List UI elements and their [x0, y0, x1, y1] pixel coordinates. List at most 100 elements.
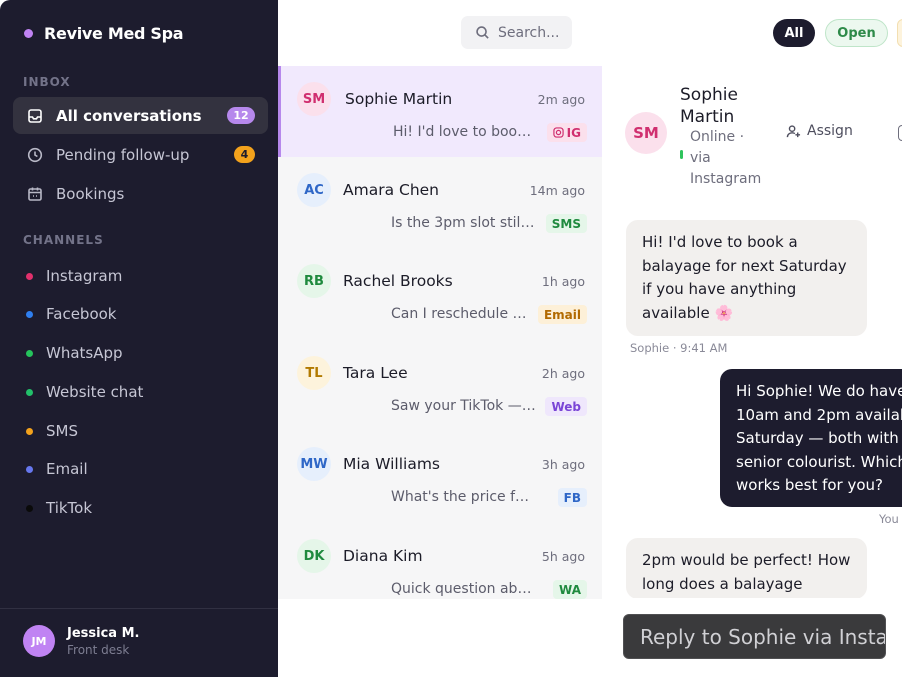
avatar: MW	[297, 447, 331, 481]
avatar: RB	[297, 264, 331, 298]
conversation-item[interactable]: TL Tara Lee 2h ago Saw your TikTok — lov…	[278, 340, 602, 431]
sidebar-item-pending-follow-up[interactable]: Pending follow-up 4	[13, 136, 268, 173]
channel-tag: Email	[537, 305, 587, 324]
timestamp: 14m ago	[529, 183, 585, 198]
channel-dot	[26, 272, 33, 280]
avatar: SM	[297, 82, 331, 116]
channel-tag: FB	[557, 488, 587, 507]
pending-count-badge: 4	[234, 146, 255, 163]
conversation-item[interactable]: DK Diana Kim 5h ago Quick question about…	[278, 523, 602, 614]
brand-name: Revive Med Spa	[44, 24, 184, 43]
inbox-section-label: INBOX	[23, 75, 71, 89]
outgoing-line: Hi Sophie! We do have a	[736, 382, 902, 400]
message-preview: Saw your TikTok — love the results	[391, 398, 537, 414]
outgoing-message: Hi Sophie! We do have a 10am and 2pm ava…	[720, 369, 902, 507]
channel-dot	[26, 504, 33, 512]
contact-name: Tara Lee	[343, 364, 408, 382]
channel-tiktok[interactable]: TikTok	[13, 493, 268, 523]
contact-name: Rachel Brooks	[343, 272, 453, 290]
search-placeholder: Search...	[498, 24, 560, 41]
sidebar-item-label: Bookings	[56, 184, 125, 203]
instagram-icon	[552, 127, 564, 138]
channel-tag-label: IG	[566, 125, 581, 140]
message-meta: Sophie · 9:41 AM	[630, 341, 728, 355]
sidebar-item-bookings[interactable]: Bookings	[13, 175, 268, 212]
message-preview: What's the price for a facial?	[391, 489, 537, 505]
channel-dot	[26, 349, 33, 357]
channel-facebook[interactable]: Facebook	[13, 299, 268, 329]
channel-whatsapp[interactable]: WhatsApp	[13, 338, 268, 368]
brand: Revive Med Spa	[24, 24, 184, 43]
conversation-item[interactable]: AC Amara Chen 14m ago Is the 3pm slot st…	[278, 157, 602, 248]
channel-label: Facebook	[46, 305, 117, 323]
timestamp: 5h ago	[541, 549, 585, 564]
incoming-message: Hi! I'd love to book a balayage for next…	[626, 220, 867, 336]
message-preview: Is the 3pm slot still available?	[391, 215, 537, 231]
more-options-icon[interactable]	[898, 125, 902, 141]
incoming-message: 2pm would be perfect! How long does a ba…	[626, 538, 867, 599]
avatar: DK	[297, 539, 331, 573]
brand-dot	[24, 29, 33, 38]
calendar-icon	[27, 186, 43, 202]
chat-contact-status: Online · via Instagram	[690, 129, 762, 187]
avatar: SM	[625, 112, 667, 154]
channel-label: TikTok	[46, 499, 93, 517]
assign-user-icon	[786, 124, 801, 137]
channel-dot	[26, 427, 33, 435]
assign-button[interactable]: Assign	[786, 123, 853, 139]
channel-tag: IG	[546, 123, 587, 142]
search-icon	[476, 26, 489, 39]
assign-label: Assign	[807, 123, 853, 139]
channel-instagram[interactable]: Instagram	[13, 261, 268, 291]
channel-tag: Web	[545, 397, 587, 416]
channel-label: Website chat	[46, 383, 144, 401]
conversation-list: SM Sophie Martin 2m ago Hi! I'd love to …	[278, 66, 602, 599]
outgoing-line: works best for you?	[736, 476, 884, 494]
user-name: Jessica M.	[67, 625, 140, 641]
message-preview: Hi! I'd love to book a balayage for next…	[393, 124, 539, 140]
message-preview: Can I reschedule my appointment?	[391, 306, 537, 322]
sidebar: Revive Med Spa INBOX All conversations 1…	[0, 0, 278, 677]
channel-dot	[26, 388, 33, 396]
filter-more[interactable]	[897, 19, 902, 47]
avatar: JM	[23, 625, 55, 657]
channel-email[interactable]: Email	[13, 454, 268, 484]
search-input[interactable]: Search...	[461, 16, 572, 49]
outgoing-line: 10am and 2pm available	[736, 405, 902, 424]
online-indicator	[680, 150, 683, 159]
channel-website-chat[interactable]: Website chat	[13, 377, 268, 407]
timestamp: 3h ago	[541, 457, 585, 472]
sidebar-item-all-conversations[interactable]: All conversations 12	[13, 97, 268, 134]
conversation-item[interactable]: RB Rachel Brooks 1h ago Can I reschedule…	[278, 248, 602, 339]
message-meta: You	[879, 512, 899, 526]
filter-all[interactable]: All	[773, 19, 815, 47]
contact-name: Diana Kim	[343, 547, 423, 565]
channel-dot	[26, 465, 33, 473]
channel-tag: WA	[553, 580, 587, 599]
unread-count-badge: 12	[227, 107, 255, 124]
avatar: AC	[297, 173, 331, 207]
conversation-item[interactable]: SM Sophie Martin 2m ago Hi! I'd love to …	[278, 66, 602, 157]
contact-name: Amara Chen	[343, 181, 440, 199]
current-user[interactable]: JM Jessica M. Front desk	[23, 625, 139, 657]
sidebar-divider	[0, 608, 278, 609]
timestamp: 2m ago	[537, 92, 585, 107]
message-preview: Quick question about aftercare	[391, 581, 537, 597]
reply-input[interactable]: Reply to Sophie via Instagram	[623, 614, 886, 659]
timestamp: 2h ago	[541, 366, 585, 381]
sidebar-item-label: Pending follow-up	[56, 145, 190, 164]
conversation-item[interactable]: MW Mia Williams 3h ago What's the price …	[278, 431, 602, 522]
channels-section-label: CHANNELS	[23, 233, 104, 247]
channel-label: WhatsApp	[46, 344, 123, 362]
channel-label: Instagram	[46, 267, 123, 285]
channel-sms[interactable]: SMS	[13, 416, 268, 446]
channel-label: Email	[46, 460, 88, 478]
user-role: Front desk	[67, 642, 130, 657]
chat-contact-name: Sophie Martin	[680, 85, 738, 127]
timestamp: 1h ago	[541, 274, 585, 289]
sidebar-item-label: All conversations	[56, 106, 202, 125]
filter-open[interactable]: Open	[825, 19, 888, 47]
channel-dot	[26, 310, 33, 318]
contact-name: Mia Williams	[343, 455, 440, 473]
contact-name: Sophie Martin	[345, 90, 453, 108]
